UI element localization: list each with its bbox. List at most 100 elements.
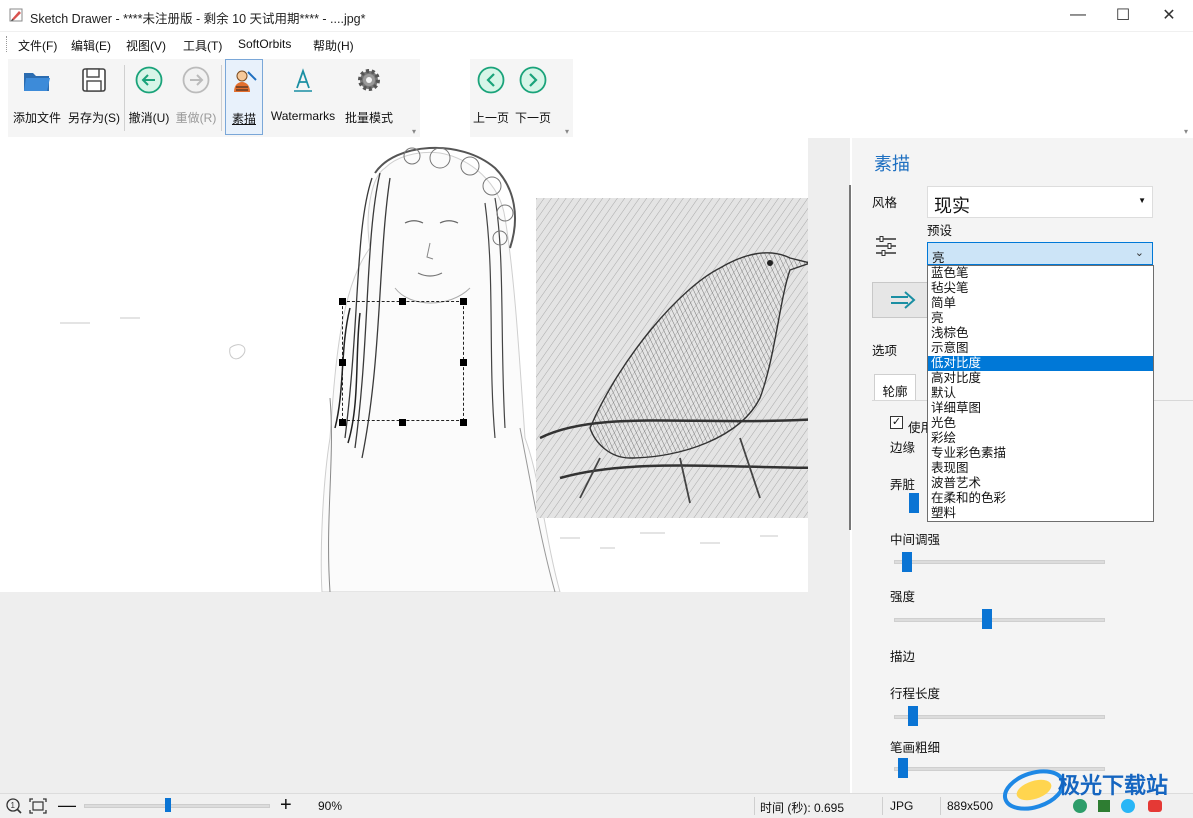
sketch-button[interactable]: 素描 [225,59,263,135]
tab-outline[interactable]: 轮廓 [874,374,916,400]
preset-option[interactable]: 浅棕色 [928,326,1153,341]
stroke-width-slider-thumb[interactable] [898,758,909,778]
image-canvas[interactable] [0,138,850,793]
preset-option[interactable]: 在柔和的色彩 [928,491,1153,506]
preset-option[interactable]: 亮 [928,311,1153,326]
preset-option[interactable]: 蓝色笔 [928,266,1153,281]
apply-button[interactable] [872,282,932,318]
prev-page-button[interactable]: 上一页 [470,59,512,135]
smudge-slider-thumb[interactable] [909,493,919,513]
maximize-button[interactable]: ☐ [1100,0,1146,30]
gear-icon [358,69,380,91]
menu-help[interactable]: 帮助(H) [313,37,354,54]
toolbar-group-nav: 上一页 下一页 ▾ [470,59,573,137]
arrow-right-icon [182,66,210,94]
panel-splitter[interactable] [849,185,851,530]
arrow-left-icon [135,66,163,94]
arrow-right-icon [519,66,547,94]
toolbar-overflow-icon[interactable]: ▾ [412,127,416,136]
preset-dropdown-list[interactable]: 蓝色笔 毡尖笔 简单亮浅棕色 示意图 低对比度 高对比度 默认 详细草图 光色 彩绘 专业彩色素描表… [927,265,1154,522]
preset-option[interactable]: 波普艺术 [928,476,1153,491]
stroke-length-slider-thumb[interactable] [908,706,919,726]
menu-edit[interactable]: 编辑(E) [71,37,111,54]
menu-softorbits[interactable]: SoftOrbits [238,37,291,51]
sketch-portrait-icon [234,70,257,92]
toolbar-overflow-icon[interactable]: ▾ [1184,127,1188,136]
resize-handle[interactable] [460,359,467,366]
double-arrow-right-icon [891,291,916,309]
processing-time: 时间 (秒): 0.695 [760,801,845,815]
preset-option[interactable]: 表现图 [928,461,1153,476]
selection-rectangle[interactable] [342,301,464,421]
strength-label: 强度 [890,590,916,604]
bird-sketch [536,198,808,518]
use-checkbox[interactable]: ✓ [890,416,903,429]
zoom-slider-thumb[interactable] [165,798,171,812]
menu-file[interactable]: 文件(F) [18,37,57,54]
sliders-icon[interactable] [874,234,898,258]
preset-option[interactable]: 塑料 [928,506,1153,521]
midtone-label: 中间调强 [890,533,941,547]
save-as-button[interactable]: 另存为(S) [66,59,122,135]
next-page-button[interactable]: 下一页 [512,59,554,135]
toolbar-overflow-icon[interactable]: ▾ [565,127,569,136]
preset-option[interactable]: 光色 [928,416,1153,431]
toolbar-separator [221,65,222,131]
folder-open-icon [24,73,50,91]
zoom-actual-icon[interactable]: 1 [4,797,22,815]
batch-mode-button[interactable]: 批量模式 [343,59,395,135]
strength-slider-thumb[interactable] [982,609,993,629]
menu-view[interactable]: 视图(V) [126,37,166,54]
resize-handle[interactable] [339,298,346,305]
preset-option[interactable]: 高对比度 [928,371,1153,386]
add-file-button[interactable]: 添加文件 [10,59,64,135]
resize-handle[interactable] [339,419,346,426]
menu-tools[interactable]: 工具(T) [183,37,222,54]
status-separator [754,797,755,815]
midtone-slider-thumb[interactable] [902,552,913,572]
stroke-label: 描边 [890,650,916,664]
fit-to-window-icon[interactable] [28,797,48,815]
preset-option[interactable]: 彩绘 [928,431,1153,446]
resize-handle[interactable] [399,419,406,426]
preset-select[interactable]: 亮 ⌄ [927,242,1153,265]
chevron-down-icon: ⌄ [1134,247,1144,259]
preset-option[interactable]: 默认 [928,386,1153,401]
preset-option[interactable]: 示意图 [928,341,1153,356]
resize-handle[interactable] [460,298,467,305]
status-separator [882,797,883,815]
resize-handle[interactable] [460,419,467,426]
stroke-length-label: 行程长度 [890,687,941,701]
zoom-in-icon[interactable]: + [280,794,292,817]
next-page-label: 下一页 [514,111,551,125]
toolbar: 添加文件 另存为(S) 撤消(U) 重做(R) 素描 Watermarks 批量… [0,57,1193,137]
redo-button[interactable]: 重做(R) [173,59,219,135]
watermarks-label: Watermarks [270,109,336,123]
panel-title: 素描 [874,154,910,174]
close-button[interactable]: ✕ [1146,0,1192,30]
preset-option[interactable]: 毡尖笔 [928,281,1153,296]
style-select[interactable]: 现实 ▼ [927,186,1153,218]
style-value: 现实 [934,196,970,216]
preset-option[interactable]: 详细草图 [928,401,1153,416]
preset-option[interactable]: 低对比度 [928,356,1153,371]
minimize-button[interactable]: — [1055,0,1101,30]
preset-option[interactable]: 简单 [928,296,1153,311]
svg-text:1: 1 [11,801,16,810]
toolbar-separator [124,65,125,131]
undo-button[interactable]: 撤消(U) [127,59,171,135]
preset-option[interactable]: 专业彩色素描 [928,446,1153,461]
resize-handle[interactable] [339,359,346,366]
text-a-icon [294,68,312,92]
zoom-out-icon[interactable]: — [58,795,76,816]
preset-value: 亮 [932,251,945,265]
zoom-slider[interactable] [84,804,270,808]
resize-handle[interactable] [399,298,406,305]
stroke-length-slider[interactable] [894,715,1105,719]
midtone-slider[interactable] [894,560,1105,564]
save-as-label: 另存为(S) [68,111,120,125]
preset-label: 预设 [927,224,953,238]
strength-slider[interactable] [894,618,1105,622]
watermarks-button[interactable]: Watermarks [265,59,341,135]
style-label: 风格 [872,196,898,210]
